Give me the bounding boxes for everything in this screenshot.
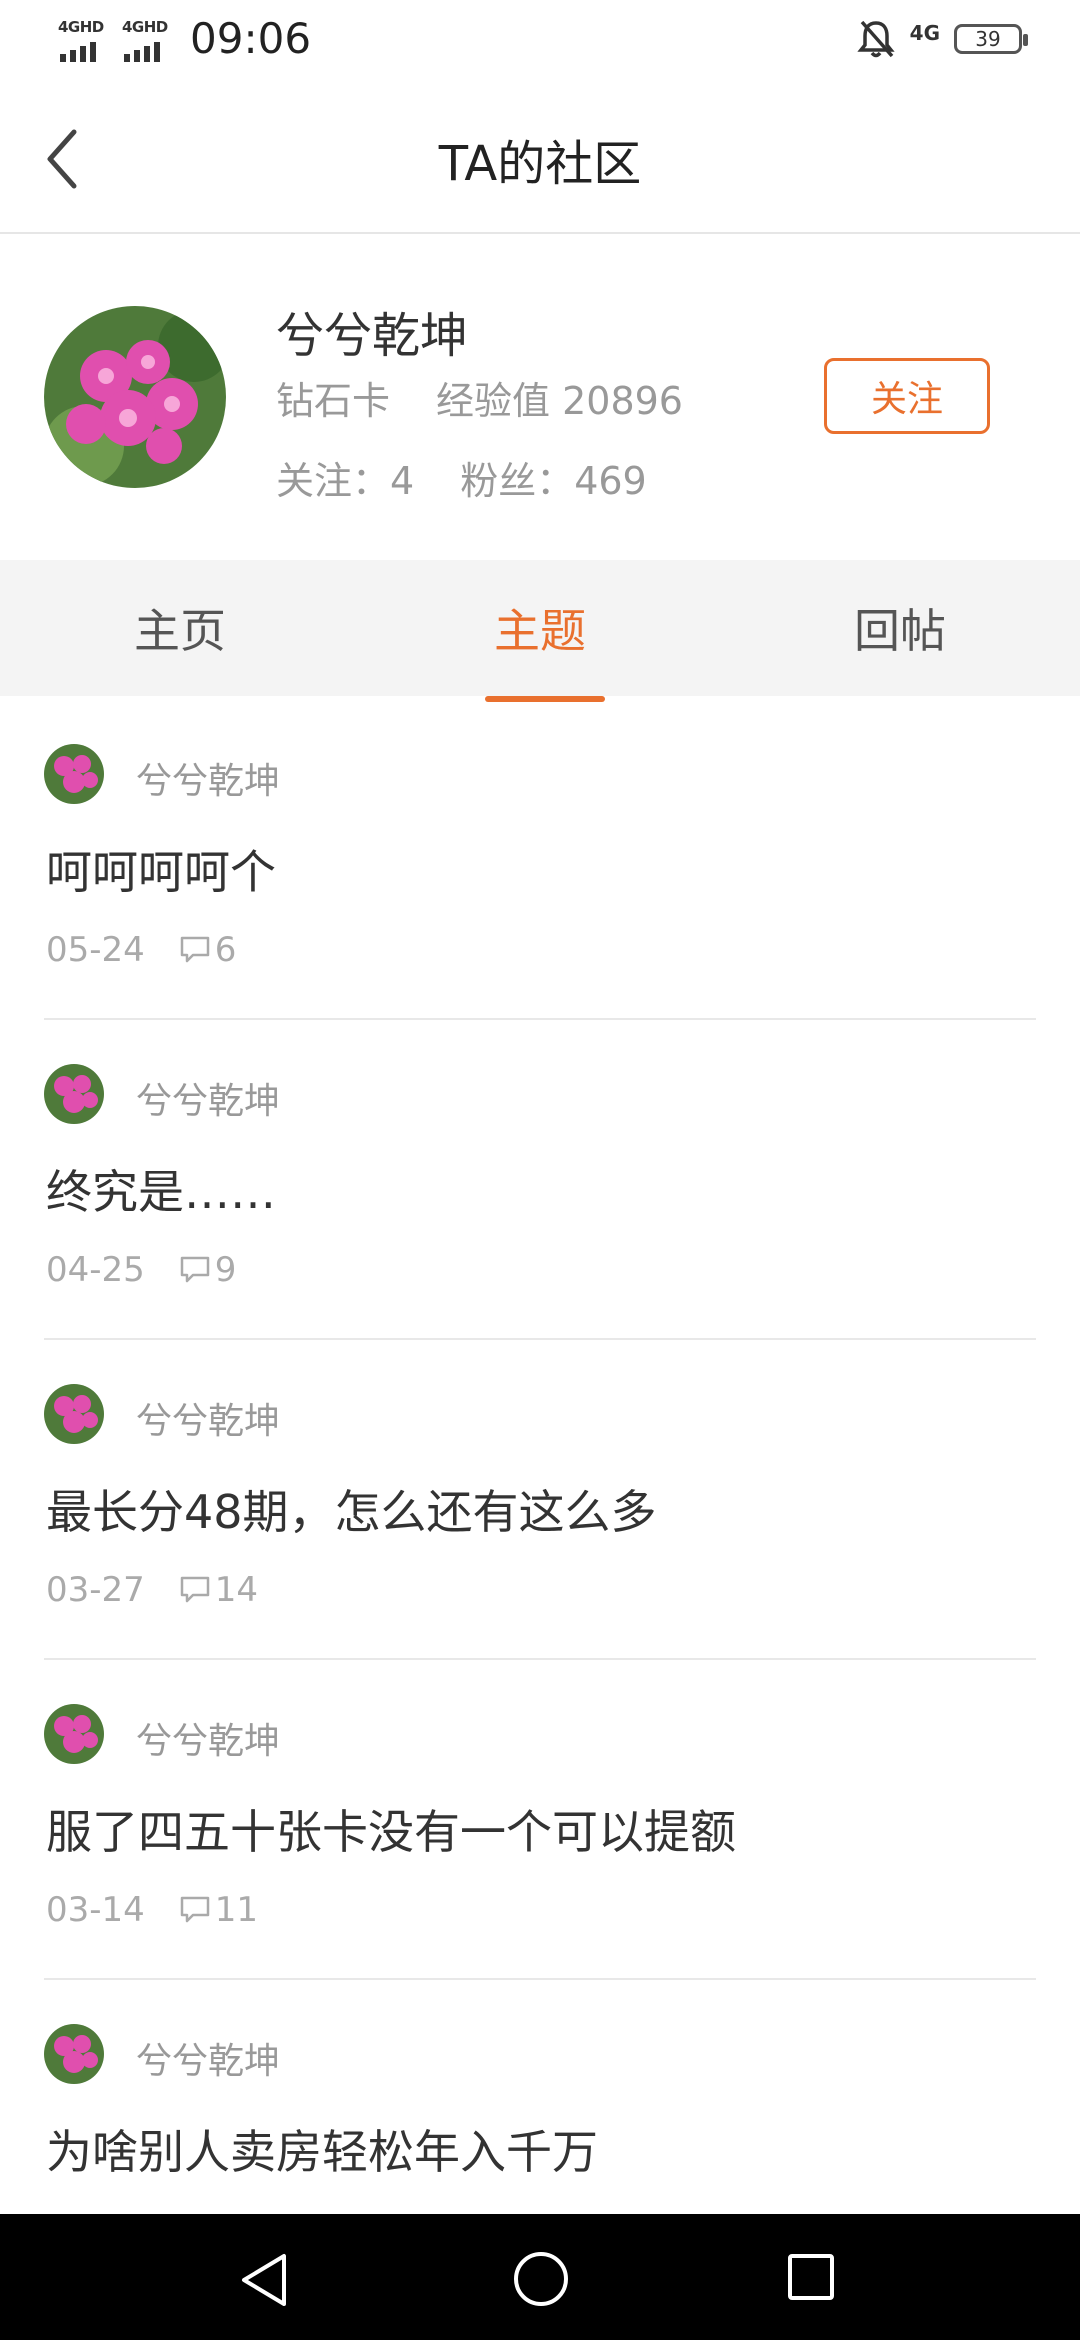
avatar[interactable] bbox=[44, 306, 226, 488]
mute-bell-icon bbox=[857, 20, 895, 58]
status-right: 4G 39 bbox=[856, 18, 1028, 60]
avatar[interactable] bbox=[44, 1064, 104, 1124]
card-level: 钻石卡 bbox=[276, 379, 391, 423]
battery-icon: 39 bbox=[954, 24, 1028, 54]
flower-avatar-image bbox=[44, 306, 226, 488]
post-title[interactable]: 呵呵呵呵个 bbox=[46, 836, 276, 902]
avatar[interactable] bbox=[44, 744, 104, 804]
following-count[interactable]: 关注：4 bbox=[276, 450, 414, 505]
post-meta: 03-14 11 bbox=[46, 1890, 258, 1930]
post-title[interactable]: 终究是…… bbox=[46, 1156, 276, 1222]
signal-label: 4GHD bbox=[122, 18, 168, 36]
post-title[interactable]: 服了四五十张卡没有一个可以提额 bbox=[46, 1796, 736, 1862]
signal-icon: 4GHD bbox=[120, 18, 170, 64]
avatar[interactable] bbox=[44, 2024, 104, 2084]
post-title[interactable]: 最长分48期，怎么还有这么多 bbox=[46, 1476, 657, 1542]
page-title: TA的社区 bbox=[438, 136, 642, 192]
post-author: 兮兮乾坤 bbox=[136, 1081, 281, 1122]
status-time: 09:06 bbox=[190, 14, 312, 63]
username: 兮兮乾坤 bbox=[276, 308, 469, 364]
nav-home-icon[interactable] bbox=[514, 2252, 568, 2306]
post-meta: 05-24 6 bbox=[46, 930, 236, 970]
comment-icon bbox=[180, 936, 210, 963]
post-meta: 04-25 9 bbox=[46, 1250, 236, 1290]
post-date: 04-25 bbox=[46, 1250, 145, 1290]
membership-info: 钻石卡 经验值 20896 bbox=[276, 370, 683, 425]
post-date: 05-24 bbox=[46, 930, 145, 970]
avatar[interactable] bbox=[44, 1384, 104, 1444]
post-meta: 03-27 14 bbox=[46, 1570, 258, 1610]
status-left: 4GHD 4GHD 09:06 bbox=[56, 14, 311, 64]
post-list: 兮兮乾坤 呵呵呵呵个 05-24 6 兮兮乾坤 终究是…… 04-25 9 兮兮… bbox=[0, 700, 1080, 2300]
battery-level: 39 bbox=[975, 27, 1001, 51]
avatar[interactable] bbox=[44, 1704, 104, 1764]
post-title[interactable]: 为啥别人卖房轻松年入千万 bbox=[46, 2116, 598, 2182]
post-author: 兮兮乾坤 bbox=[136, 1721, 281, 1762]
follow-stats: 关注：4 粉丝：469 bbox=[276, 450, 647, 505]
comment-icon bbox=[180, 1576, 210, 1603]
signal-icon: 4GHD bbox=[56, 18, 106, 64]
list-item[interactable]: 兮兮乾坤 服了四五十张卡没有一个可以提额 03-14 11 bbox=[44, 1660, 1036, 1980]
comment-count: 11 bbox=[214, 1890, 259, 1930]
nav-back-icon[interactable] bbox=[240, 2252, 290, 2308]
tab-replies[interactable]: 回帖 bbox=[720, 560, 1080, 696]
list-item[interactable]: 兮兮乾坤 最长分48期，怎么还有这么多 03-27 14 bbox=[44, 1340, 1036, 1660]
comment-count: 9 bbox=[214, 1250, 237, 1290]
signal-label: 4GHD bbox=[58, 18, 104, 36]
experience-value: 经验值 20896 bbox=[436, 379, 683, 423]
comment-count: 14 bbox=[214, 1570, 259, 1610]
post-author: 兮兮乾坤 bbox=[136, 2041, 281, 2082]
comment-icon bbox=[180, 1896, 210, 1923]
tab-home[interactable]: 主页 bbox=[0, 560, 360, 696]
tab-topics[interactable]: 主题 bbox=[360, 560, 720, 702]
post-date: 03-14 bbox=[46, 1890, 145, 1930]
follow-button[interactable]: 关注 bbox=[824, 358, 990, 434]
fans-count[interactable]: 粉丝：469 bbox=[460, 450, 647, 505]
comment-icon bbox=[180, 1256, 210, 1283]
status-bar: 4GHD 4GHD 09:06 4G 39 bbox=[0, 0, 1080, 84]
profile-section: 兮兮乾坤 钻石卡 经验值 20896 关注：4 粉丝：469 关注 bbox=[0, 236, 1080, 560]
nav-recents-icon[interactable] bbox=[788, 2254, 834, 2300]
post-date: 03-27 bbox=[46, 1570, 145, 1610]
network-indicator: 4G bbox=[909, 21, 940, 45]
post-author: 兮兮乾坤 bbox=[136, 1401, 281, 1442]
list-item[interactable]: 兮兮乾坤 终究是…… 04-25 9 bbox=[44, 1020, 1036, 1340]
comment-count: 6 bbox=[214, 930, 237, 970]
post-author: 兮兮乾坤 bbox=[136, 761, 281, 802]
top-app-bar: TA的社区 bbox=[0, 84, 1080, 234]
tab-bar: 主页 主题 回帖 bbox=[0, 560, 1080, 702]
list-item[interactable]: 兮兮乾坤 呵呵呵呵个 05-24 6 bbox=[44, 700, 1036, 1020]
system-nav-bar bbox=[0, 2214, 1080, 2340]
